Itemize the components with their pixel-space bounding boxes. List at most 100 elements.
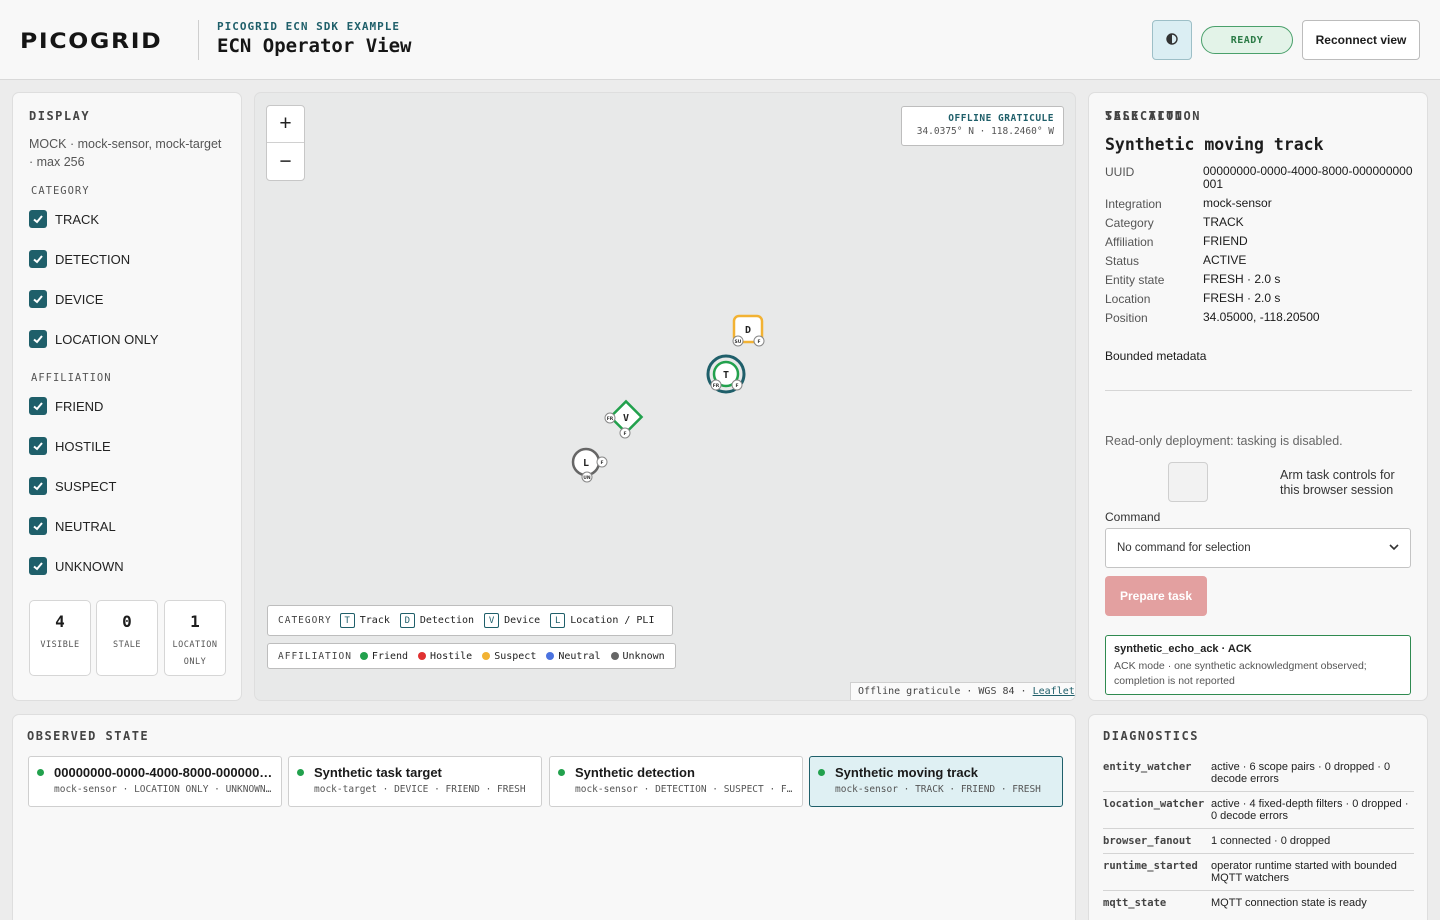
app-header: PICOGRID PICOGRID ECN SDK EXAMPLE ECN Op… bbox=[0, 0, 1440, 80]
legend-label: Device bbox=[504, 615, 541, 626]
filter-label: LOCATION ONLY bbox=[55, 331, 159, 347]
legend-label: Hostile bbox=[430, 650, 473, 662]
diagnostics-panel: DIAGNOSTICS entity_watcher active · 6 sco… bbox=[1088, 714, 1428, 920]
checkbox-checked-icon[interactable] bbox=[29, 517, 47, 535]
stat-label: VISIBLE bbox=[40, 640, 80, 650]
status-dot-icon bbox=[558, 769, 565, 776]
theme-toggle-button[interactable] bbox=[1152, 20, 1192, 60]
divider bbox=[1105, 390, 1412, 391]
legend-category: CATEGORY T Track D Detection V Device L Loca… bbox=[267, 605, 674, 636]
stat-value: 0 bbox=[122, 612, 132, 631]
stat-value: 4 bbox=[55, 612, 65, 631]
command-select[interactable]: No command for selection bbox=[1105, 528, 1411, 568]
marker-location[interactable]: L UN F bbox=[571, 447, 608, 483]
entity-subtitle: mock-sensor · LOCATION ONLY · UNKNOWN · … bbox=[54, 784, 274, 795]
legend-key: T bbox=[339, 613, 355, 628]
reconnect-view-button[interactable]: Reconnect view bbox=[1302, 20, 1420, 60]
filter-affiliation-neutral[interactable]: NEUTRAL bbox=[29, 516, 116, 536]
field-category: Category TRACK bbox=[1105, 215, 1244, 231]
attribution-text: Offline graticule · WGS 84 · bbox=[858, 686, 1033, 697]
stat-visible: 4 VISIBLE bbox=[29, 600, 91, 676]
filter-category-detection[interactable]: DETECTION bbox=[29, 249, 130, 269]
legend-label: Track bbox=[359, 615, 390, 626]
checkbox-checked-icon[interactable] bbox=[29, 210, 47, 228]
marker-device[interactable]: V FR F bbox=[604, 399, 644, 439]
checkbox-checked-icon[interactable] bbox=[29, 330, 47, 348]
marker-tag: F bbox=[623, 431, 626, 437]
filter-label: DEVICE bbox=[55, 291, 104, 307]
status-badge: READY bbox=[1201, 26, 1293, 54]
filter-label: HOSTILE bbox=[55, 438, 111, 454]
chevron-down-icon bbox=[1389, 542, 1399, 554]
legend-item-detection: D Detection bbox=[399, 613, 474, 628]
stat-label: LOCATION ONLY bbox=[172, 640, 218, 667]
entity-title: Synthetic task target bbox=[314, 765, 442, 780]
command-select-value: No command for selection bbox=[1117, 542, 1251, 554]
legend-label: Suspect bbox=[494, 650, 537, 662]
filter-category-device[interactable]: DEVICE bbox=[29, 289, 103, 309]
marker-letter: T bbox=[723, 370, 729, 381]
marker-letter: V bbox=[623, 413, 629, 424]
checkbox-checked-icon[interactable] bbox=[29, 250, 47, 268]
stat-stale: 0 STALE bbox=[96, 600, 158, 676]
marker-track-selected[interactable]: T FR F bbox=[706, 354, 746, 394]
arm-task-checkbox[interactable] bbox=[1168, 462, 1208, 502]
checkbox-checked-icon[interactable] bbox=[29, 437, 47, 455]
marker-tag: FR bbox=[607, 416, 614, 422]
suspect-dot-icon bbox=[482, 652, 491, 660]
diag-row: entity_watcher active · 6 scope pairs · 0… bbox=[1103, 761, 1414, 792]
entity-card[interactable]: 00000000-0000-4000-8000-000000000004 moc… bbox=[28, 756, 282, 807]
diagnostics-title: DIAGNOSTICS bbox=[1103, 729, 1199, 743]
legend-label: Unknown bbox=[622, 650, 665, 662]
legend-item-device: V Device bbox=[484, 613, 540, 628]
category-heading: CATEGORY bbox=[31, 185, 90, 197]
legend-item-friend: Friend bbox=[359, 651, 408, 662]
marker-tag: F bbox=[600, 460, 603, 466]
checkbox-checked-icon[interactable] bbox=[29, 477, 47, 495]
filter-category-track[interactable]: TRACK bbox=[29, 209, 99, 229]
marker-detection[interactable]: D SU F bbox=[732, 314, 765, 347]
arm-task-label: Arm task controls for this browser sessi… bbox=[1280, 468, 1395, 497]
entity-card-selected[interactable]: Synthetic moving track mock-sensor · TRA… bbox=[809, 756, 1063, 807]
filter-label: NEUTRAL bbox=[55, 518, 116, 534]
status-dot-icon bbox=[37, 769, 44, 776]
entity-subtitle: mock-target · DEVICE · FRIEND · FRESH bbox=[314, 784, 526, 795]
diag-row: runtime_started operator runtime started … bbox=[1103, 860, 1414, 891]
legend-affiliation-title: AFFILIATION bbox=[278, 650, 352, 662]
task-action-title: TASK ACTION bbox=[1105, 109, 1201, 123]
display-title: DISPLAY bbox=[29, 109, 91, 123]
checkbox-checked-icon[interactable] bbox=[29, 397, 47, 415]
observed-state-title: OBSERVED STATE bbox=[27, 729, 150, 743]
header-divider bbox=[198, 20, 199, 60]
ack-status-box: synthetic_echo_ack · ACK ACK mode · one … bbox=[1105, 635, 1411, 695]
stat-location-only: 1 LOCATION ONLY bbox=[164, 600, 226, 676]
filter-category-location-only[interactable]: LOCATION ONLY bbox=[29, 329, 159, 349]
leaflet-link[interactable]: Leaflet bbox=[1033, 686, 1075, 697]
checkbox-checked-icon[interactable] bbox=[29, 557, 47, 575]
legend-key: V bbox=[484, 613, 500, 628]
entity-card[interactable]: Synthetic detection mock-sensor · DETECT… bbox=[549, 756, 803, 807]
entity-card[interactable]: Synthetic task target mock-target · DEVI… bbox=[288, 756, 542, 807]
filter-affiliation-unknown[interactable]: UNKNOWN bbox=[29, 556, 124, 576]
filter-affiliation-hostile[interactable]: HOSTILE bbox=[29, 436, 111, 456]
diag-row: browser_fanout 1 connected · 0 dropped bbox=[1103, 835, 1414, 854]
observed-state-panel: OBSERVED STATE 00000000-0000-4000-8000-0… bbox=[12, 714, 1076, 920]
legend-item-track: T Track bbox=[339, 613, 390, 628]
prepare-task-button[interactable]: Prepare task bbox=[1105, 576, 1207, 616]
legend-label: Location / PLI bbox=[570, 615, 655, 626]
checkbox-checked-icon[interactable] bbox=[29, 290, 47, 308]
diag-row: mqtt_state MQTT connection state is ready bbox=[1103, 897, 1367, 909]
filter-affiliation-suspect[interactable]: SUSPECT bbox=[29, 476, 116, 496]
selected-entity-name: Synthetic moving track bbox=[1105, 135, 1324, 154]
stat-value: 1 bbox=[190, 612, 200, 631]
entity-subtitle: mock-sensor · TRACK · FRIEND · FRESH bbox=[835, 784, 1041, 795]
legend-key: D bbox=[399, 613, 415, 628]
unknown-dot-icon bbox=[610, 652, 619, 660]
map-panel[interactable]: + − OFFLINE GRATICULE 34.0375° N · 118.2… bbox=[254, 92, 1076, 701]
filter-affiliation-friend[interactable]: FRIEND bbox=[29, 396, 103, 416]
entity-title: 00000000-0000-4000-8000-000000000004 bbox=[54, 765, 274, 780]
page-title: ECN Operator View bbox=[217, 35, 412, 57]
legend-label: Neutral bbox=[558, 650, 601, 662]
neutral-dot-icon bbox=[546, 652, 555, 660]
readonly-note: Read-only deployment: tasking is disable… bbox=[1105, 434, 1343, 448]
